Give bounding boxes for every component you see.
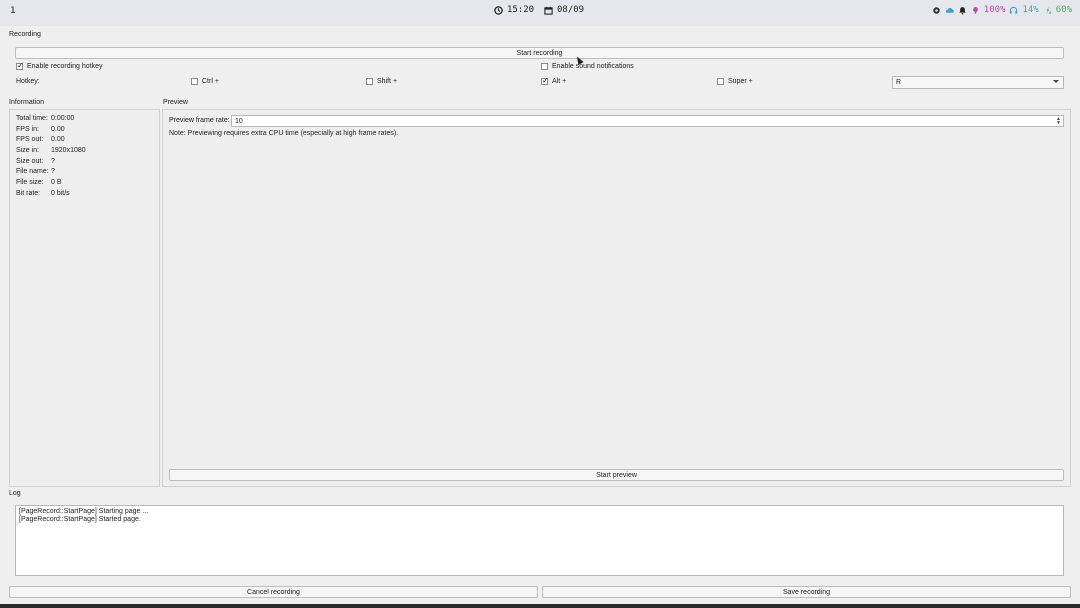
recording-section-title: Recording: [9, 31, 41, 38]
alt-box[interactable]: [541, 76, 549, 85]
preview-note: Note: Previewing requires extra CPU time…: [169, 130, 399, 137]
info-row: Bit rate: 0 bit/s: [16, 190, 86, 201]
log-textarea[interactable]: [PageRecord::StartPage] Starting page ..…: [15, 505, 1064, 576]
info-value: 0.00: [51, 125, 65, 133]
chevron-down-icon: [1053, 80, 1059, 83]
information-list: Total time: 0:00:00 FPS in: 0.00 FPS out: 0…: [16, 115, 86, 201]
info-value: 0 B: [51, 179, 62, 187]
info-value: 1920x1080: [51, 147, 86, 155]
log-line: [PageRecord::StartPage] Started page.: [19, 516, 141, 523]
log-line: [PageRecord::StartPage] Starting page ..…: [19, 508, 149, 515]
date-text: 08/09: [557, 5, 585, 15]
clock-icon: [494, 5, 503, 15]
preview-frame-rate-label: Preview frame rate:: [169, 117, 230, 124]
info-value: ?: [51, 168, 55, 176]
info-label: FPS in:: [16, 125, 39, 133]
enable-sound-checkbox[interactable]: Enable sound notifications: [541, 63, 634, 70]
cloud-icon[interactable]: [945, 6, 954, 15]
preview-panel: [162, 109, 1071, 487]
information-section-title: Information: [9, 99, 45, 106]
system-tray: 100% 14% 60%: [932, 5, 1072, 15]
info-label: Size out:: [16, 157, 44, 165]
info-value: 0.00: [51, 136, 65, 144]
info-row: Size in: 1920x1080: [16, 147, 86, 158]
speaker-icon[interactable]: [971, 6, 980, 15]
clock-widget: 15:20: [494, 5, 534, 15]
preview-section-title: Preview: [163, 99, 188, 106]
super-box[interactable]: [717, 78, 724, 85]
hotkey-label: Hotkey:: [16, 78, 40, 85]
super-checkbox[interactable]: Super +: [717, 78, 753, 85]
workspace-indicator[interactable]: 1: [10, 6, 15, 16]
info-row: File name:?: [16, 168, 86, 179]
calendar-icon: [544, 6, 553, 15]
enable-hotkey-box[interactable]: [16, 61, 24, 70]
battery-charging-icon[interactable]: [1043, 6, 1052, 15]
bottom-border: [0, 604, 1080, 608]
info-row: Size out:?: [16, 158, 86, 169]
headphones-icon[interactable]: [1009, 6, 1018, 15]
log-section-title: Log: [9, 490, 21, 497]
date-widget: 08/09: [544, 5, 584, 15]
info-label: File size:: [16, 179, 44, 187]
battery-percent: 60%: [1055, 5, 1072, 15]
info-row: File size: 0 B: [16, 179, 86, 190]
start-recording-button[interactable]: Start recording: [15, 47, 1064, 59]
shift-box[interactable]: [366, 78, 373, 85]
ctrl-label: Ctrl +: [202, 78, 219, 85]
shift-checkbox[interactable]: Shift +: [366, 78, 397, 85]
info-label: FPS out:: [16, 136, 44, 144]
start-preview-button[interactable]: Start preview: [169, 469, 1064, 481]
status-dot-icon[interactable]: [932, 6, 941, 15]
enable-hotkey-label: Enable recording hotkey: [27, 63, 103, 70]
headphones-percent: 14%: [1022, 5, 1039, 15]
enable-sound-box[interactable]: [541, 63, 548, 70]
shift-label: Shift +: [377, 78, 398, 85]
info-value: ?: [51, 157, 55, 165]
info-row: Total time: 0:00:00: [16, 115, 86, 126]
preview-frame-rate-value: 10: [235, 117, 243, 125]
info-value: 0 bit/s: [51, 189, 70, 197]
info-row: FPS out: 0.00: [16, 136, 86, 147]
volume-percent: 100%: [983, 5, 1006, 15]
cancel-recording-button[interactable]: Cancel recording: [9, 586, 538, 598]
clock-time: 15:20: [507, 5, 535, 15]
info-label: File name:: [16, 168, 49, 176]
super-label: Super +: [728, 78, 753, 85]
spin-arrows-icon[interactable]: ▲ ▼: [1056, 117, 1061, 126]
simplescreenrecorder-window: Recording Start recording Enable recordi…: [0, 26, 1080, 604]
info-label: Size in:: [16, 147, 39, 155]
info-value: 0:00:00: [51, 115, 75, 122]
system-top-bar: 1 15:20 08/09 100% 14% 60%: [0, 0, 1080, 24]
info-label: Bit rate:: [16, 189, 41, 197]
info-label: Total time:: [16, 115, 48, 122]
enable-sound-label: Enable sound notifications: [552, 63, 634, 70]
hotkey-key-value: R: [896, 79, 902, 86]
hotkey-key-select[interactable]: R: [892, 76, 1064, 89]
info-row: FPS in: 0.00: [16, 126, 86, 137]
save-recording-button[interactable]: Save recording: [542, 586, 1071, 598]
enable-hotkey-checkbox[interactable]: Enable recording hotkey: [16, 61, 103, 70]
ctrl-box[interactable]: [191, 78, 198, 85]
alt-checkbox[interactable]: Alt +: [541, 76, 567, 85]
bell-icon[interactable]: [958, 6, 967, 15]
alt-label: Alt +: [552, 78, 567, 85]
preview-frame-rate-spinbox[interactable]: 10 ▲ ▼: [231, 115, 1064, 127]
ctrl-checkbox[interactable]: Ctrl +: [191, 78, 219, 85]
information-panel: Total time: 0:00:00 FPS in: 0.00 FPS out: 0…: [9, 109, 160, 487]
